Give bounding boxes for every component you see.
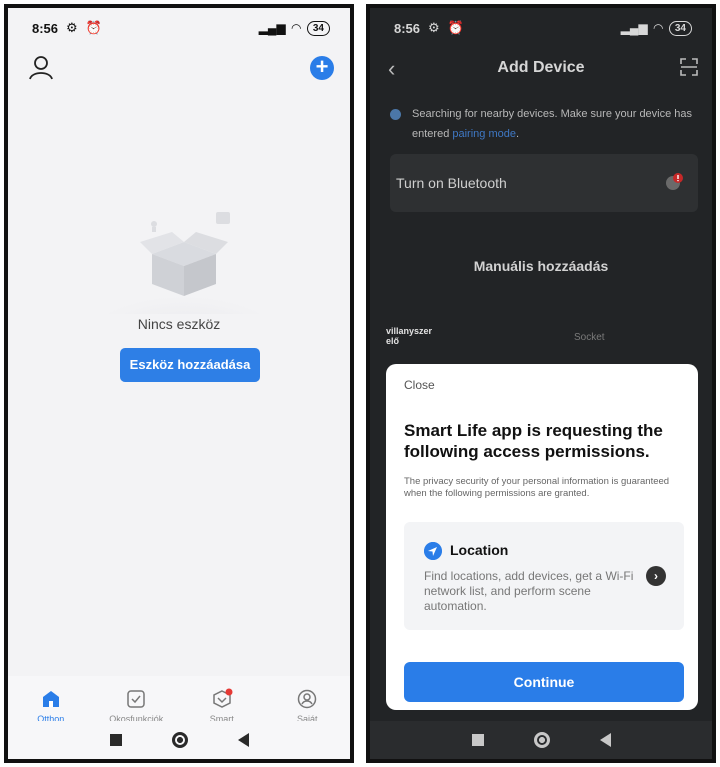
profile-icon [298, 689, 317, 709]
tab-home[interactable]: Otthon [8, 676, 94, 726]
permission-detail: Find locations, add devices, get a Wi-Fi… [424, 569, 634, 613]
bluetooth-card[interactable]: Turn on Bluetooth [390, 154, 698, 212]
battery-indicator: 34 [668, 20, 692, 36]
header: ‹ Add Device [370, 48, 712, 88]
permission-heading: Smart Life app is requesting the followi… [404, 421, 663, 461]
searching-notice: Searching for nearby devices. Make sure … [390, 104, 698, 144]
permission-sheet: Close Smart Life app is requesting the f… [386, 364, 698, 710]
alarm-icon: ⏰ [447, 20, 464, 35]
permission-description: The privacy security of your personal in… [404, 476, 670, 499]
wifi-icon: ◠ [653, 21, 663, 35]
tab-smart[interactable]: Smart [179, 676, 265, 726]
system-nav-bar [370, 721, 712, 759]
permission-title: Location [450, 542, 509, 558]
add-device-button[interactable]: Eszköz hozzáadása [120, 348, 260, 382]
back-nav-icon[interactable] [599, 733, 611, 747]
status-bar: 8:56 ⚙ ⏰ ▂▄▆ ◠ 34 [370, 8, 712, 48]
home-nav-icon[interactable] [533, 732, 550, 748]
notification-icon: ⚙ [428, 20, 440, 35]
system-nav-bar [8, 721, 350, 759]
status-time: 8:56 [394, 20, 421, 36]
signal-icon: ▂▄▆ [258, 21, 286, 35]
bluetooth-warning-icon [666, 173, 683, 190]
add-icon[interactable]: + [310, 56, 334, 80]
category-socket[interactable]: Socket [574, 332, 605, 343]
notification-icon: ⚙ [66, 20, 78, 35]
battery-indicator: 34 [306, 20, 330, 36]
home-nav-icon[interactable] [171, 732, 188, 748]
status-time: 8:56 [32, 20, 59, 36]
smart-icon [213, 688, 233, 708]
empty-state-text: Nincs eszköz [137, 316, 221, 332]
alarm-icon: ⏰ [85, 20, 102, 35]
category-item[interactable]: villanyszer elő [386, 326, 446, 346]
add-device-screen: 8:56 ⚙ ⏰ ▂▄▆ ◠ 34 ‹ Add Device Searching… [366, 4, 716, 763]
searching-icon [390, 109, 401, 120]
page-title: Add Device [497, 59, 585, 76]
bluetooth-label: Turn on Bluetooth [396, 175, 507, 191]
home-screen: 8:56 ⚙ ⏰ ▂▄▆ ◠ 34 + Nincs eszköz Eszköz … [4, 4, 354, 763]
recents-icon[interactable] [109, 734, 122, 746]
empty-box-illustration [106, 212, 262, 314]
location-icon [424, 542, 442, 560]
tab-profile[interactable]: Saját [265, 676, 351, 726]
signal-icon: ▂▄▆ [620, 21, 648, 35]
back-icon[interactable]: ‹ [388, 56, 395, 82]
continue-button[interactable]: Continue [404, 662, 684, 702]
user-icon[interactable] [28, 54, 54, 80]
bottom-tab-bar: Otthon Okosfunkciók Smart Saját [8, 676, 350, 726]
status-bar: 8:56 ⚙ ⏰ ▂▄▆ ◠ 34 [8, 8, 350, 48]
wifi-icon: ◠ [291, 21, 301, 35]
close-button[interactable]: Close [404, 378, 435, 392]
manual-add-title: Manuális hozzáadás [473, 258, 609, 274]
scan-icon[interactable] [680, 58, 698, 76]
recents-icon[interactable] [471, 734, 484, 746]
pairing-mode-link[interactable]: pairing mode [452, 128, 516, 140]
location-permission-card[interactable]: Location Find locations, add devices, ge… [404, 522, 684, 630]
back-nav-icon[interactable] [237, 733, 249, 747]
checkbox-icon [127, 690, 145, 708]
tab-smart-functions[interactable]: Okosfunkciók [94, 676, 180, 726]
chevron-right-icon[interactable]: › [646, 566, 666, 586]
home-icon [42, 691, 59, 707]
